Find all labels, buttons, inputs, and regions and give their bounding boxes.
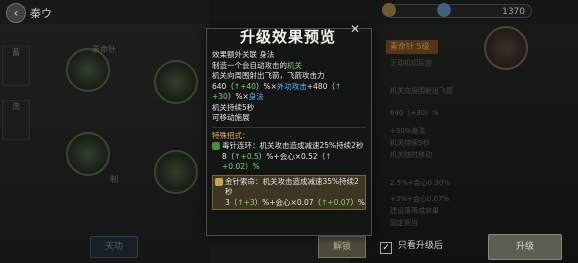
toggle-label: 只看升级后: [397, 241, 443, 251]
upgrade-only-toggle[interactable]: ✓ 只看升级后: [380, 238, 443, 254]
modal-line-1-text: 制造一个会自动攻击的: [212, 60, 287, 70]
skill-1-stat-c: +0.02）%: [222, 162, 260, 171]
upgrade-button[interactable]: 升级: [488, 234, 562, 260]
skill-1-stat-b: ）%+会心×0.52（: [258, 151, 326, 161]
skill-2-stat-c: ）%: [350, 197, 365, 207]
skill-2-stat-up: ↑+3: [237, 197, 255, 207]
stat-a-mid: ）%×: [255, 81, 277, 91]
stat-a-plus: +480（: [306, 81, 335, 91]
stat-a-line2-highlight: 身法: [248, 92, 264, 101]
special-skill-1: 毒针连环：机关攻击造成减速25%持续2秒: [212, 141, 366, 152]
stat-a-highlight: 外功攻击: [276, 81, 307, 91]
modal-line-1-highlight: 机关: [287, 60, 302, 70]
resource-gem: 1370: [437, 3, 532, 18]
gem-value: 1370: [502, 7, 525, 17]
poison-needle-icon: [212, 142, 220, 150]
modal-title: 升级效果预览: [239, 28, 336, 46]
modal-header-line: 效果额外关联 身法: [212, 50, 275, 59]
skill-2-stats: 3（↑+3）%+会心×0.07（↑+0.07）%: [215, 197, 365, 209]
coin-icon: [382, 3, 396, 17]
skill-1-stats: 8（↑+0.5）%+会心×0.52（↑: [212, 152, 366, 163]
skill-1-text: 毒针连环：机关攻击造成减速25%持续2秒: [222, 141, 364, 150]
modal-stat-a-line2: +30）%×身法: [212, 92, 366, 103]
golden-needle-icon: [215, 177, 223, 186]
skill-2-text: 金针索命：机关攻击造成减速35%持续2秒: [225, 176, 359, 197]
gem-icon: [437, 3, 451, 17]
stat-a-up2: ↑: [334, 81, 342, 91]
modal-duration: 机关持续5秒: [212, 102, 255, 112]
middle-button[interactable]: 解锁: [318, 236, 366, 258]
modal-body: 效果额外关联 身法 制造一个会自动攻击的机关 机关向周围射出飞箭，飞箭攻击力 6…: [212, 50, 366, 210]
stat-a-line2-up: +30: [212, 92, 228, 101]
modal-stat-a: 640（↑+40）%×外功攻击+480（↑: [212, 82, 366, 93]
special-skill-2: 金针索命：机关攻击造成减速35%持续2秒 3（↑+3）%+会心×0.07（↑+0…: [212, 174, 366, 210]
modal-line-1: 制造一个会自动攻击的机关: [212, 61, 366, 72]
skill-1-stat-up: ↑+0.5: [234, 151, 259, 161]
skill-2-stat-up2: ↑+0.07: [321, 197, 351, 207]
skill-2-stat-b: ）%+会心×0.07（: [254, 197, 322, 207]
stat-a-up: ↑+40: [233, 81, 256, 91]
stat-a-line2-rest: ）%×: [227, 92, 249, 101]
modal-line-2: 机关向周围射出飞箭，飞箭攻击力: [212, 71, 325, 80]
close-icon[interactable]: ✕: [348, 22, 362, 36]
top-bar: ‹ 秦ウ 2618 1370: [0, 0, 578, 24]
checkbox-icon[interactable]: ✓: [380, 242, 392, 254]
skill-1-stat-up2: ↑: [325, 151, 332, 161]
special-moves-header: 特殊招式：: [212, 130, 250, 140]
skill-1-stat-a: 8（: [222, 151, 235, 161]
page-title: 秦ウ: [30, 7, 52, 20]
modal-separator: [212, 126, 366, 128]
stat-a-base: 640（: [212, 81, 234, 91]
back-button[interactable]: ‹: [6, 3, 26, 23]
modal-movable: 可移动施展: [212, 113, 250, 122]
skill-2-stat-a: 3（: [225, 197, 238, 207]
